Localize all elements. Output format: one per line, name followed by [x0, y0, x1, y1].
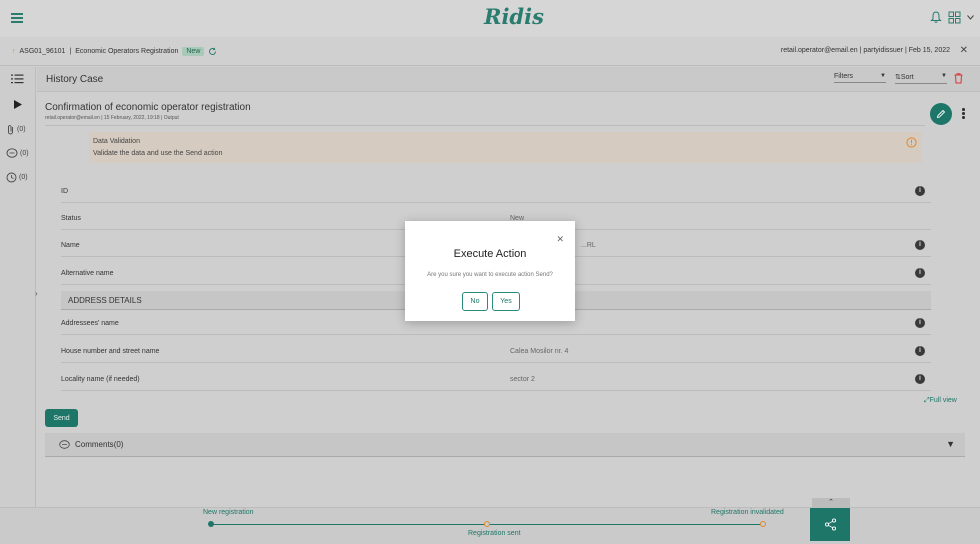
close-icon[interactable]: ✕	[556, 234, 564, 245]
dialog-message: Are you sure you want to execute action …	[427, 272, 553, 278]
yes-button[interactable]: Yes	[492, 292, 520, 311]
no-button[interactable]: No	[462, 292, 488, 311]
execute-action-dialog: ✕ Execute Action Are you sure you want t…	[405, 221, 575, 321]
dialog-title: Execute Action	[453, 248, 527, 260]
